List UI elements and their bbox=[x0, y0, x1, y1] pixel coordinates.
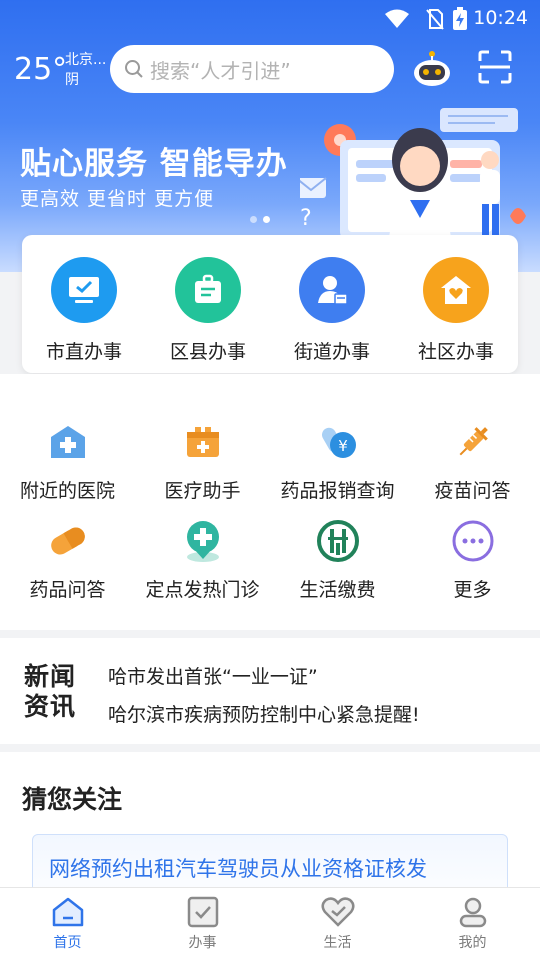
news-section: 新闻 资讯 哈市发出首张“一业一证” 哈尔滨市疾病预防控制中心紧急提醒! bbox=[0, 638, 540, 744]
scan-icon[interactable] bbox=[478, 50, 512, 84]
tab-life[interactable]: 生活 bbox=[270, 888, 405, 960]
payment-icon bbox=[316, 519, 360, 563]
search-icon bbox=[125, 60, 143, 78]
service-label: 生活缴费 bbox=[299, 579, 376, 601]
services-grid: 附近的医院 医疗助手 ¥ 药品报销查询 疫苗问答 药品问答 定点发热门诊 生活缴… bbox=[0, 420, 540, 602]
tab-label: 首页 bbox=[53, 935, 82, 951]
news-item[interactable]: 哈市发出首张“一业一证” bbox=[108, 662, 318, 689]
checkbox-icon bbox=[187, 896, 218, 928]
wifi-icon bbox=[385, 9, 409, 28]
briefcase-doc-icon bbox=[175, 257, 241, 323]
svg-text:¥: ¥ bbox=[338, 437, 348, 455]
banner-slogan: 贴心服务 智能导办 bbox=[20, 146, 288, 182]
service-drug-reimbursement[interactable]: ¥ 药品报销查询 bbox=[270, 420, 405, 503]
news-logo-line1: 新闻 bbox=[24, 662, 77, 691]
service-label: 医疗助手 bbox=[164, 480, 241, 502]
pill-icon bbox=[46, 519, 90, 563]
tab-label: 我的 bbox=[458, 935, 487, 951]
weather-temperature[interactable]: 25° bbox=[14, 52, 67, 87]
news-logo: 新闻 资讯 bbox=[24, 662, 84, 722]
service-label: 区县办事 bbox=[169, 341, 246, 363]
weather-location[interactable]: 北京... 阴 bbox=[65, 50, 106, 90]
carousel-dot-active bbox=[263, 216, 270, 223]
service-city-affairs[interactable]: 市直办事 bbox=[22, 235, 146, 373]
service-label: 市直办事 bbox=[45, 341, 122, 363]
home-icon bbox=[52, 897, 83, 927]
tab-mine[interactable]: 我的 bbox=[405, 888, 540, 960]
customer-service-illustration: ? bbox=[300, 108, 526, 250]
medical-kit-icon bbox=[181, 420, 225, 464]
service-more[interactable]: 更多 bbox=[405, 519, 540, 602]
medicine-yuan-icon: ¥ bbox=[316, 420, 360, 464]
service-street-affairs[interactable]: 街道办事 bbox=[270, 235, 394, 373]
service-nearby-hospital[interactable]: 附近的医院 bbox=[0, 420, 135, 503]
service-label: 社区办事 bbox=[417, 341, 494, 363]
services-section: 附近的医院 医疗助手 ¥ 药品报销查询 疫苗问答 药品问答 定点发热门诊 生活缴… bbox=[0, 374, 540, 630]
no-sim-icon bbox=[426, 9, 444, 30]
bottom-tab-bar: 首页 办事 生活 我的 bbox=[0, 887, 540, 960]
service-label: 药品报销查询 bbox=[280, 480, 395, 502]
service-fever-clinic[interactable]: 定点发热门诊 bbox=[135, 519, 270, 602]
banner-subtitle: 更高效 更省时 更方便 bbox=[20, 188, 215, 210]
service-label: 更多 bbox=[453, 579, 492, 601]
more-icon bbox=[451, 519, 495, 563]
weather-condition: 阴 bbox=[65, 72, 79, 88]
service-vaccine-qa[interactable]: 疫苗问答 bbox=[405, 420, 540, 503]
clinic-location-icon bbox=[181, 519, 225, 563]
recommend-item-label: 网络预约出租汽车驾驶员从业资格证核发 bbox=[49, 857, 427, 881]
heart-check-icon bbox=[321, 897, 354, 927]
robot-assistant-icon[interactable] bbox=[412, 50, 452, 88]
tab-home[interactable]: 首页 bbox=[0, 888, 135, 960]
house-heart-icon bbox=[423, 257, 489, 323]
service-drug-qa[interactable]: 药品问答 bbox=[0, 519, 135, 602]
person-icon bbox=[459, 897, 486, 928]
city-name: 北京... bbox=[65, 52, 107, 68]
service-label: 定点发热门诊 bbox=[145, 579, 260, 601]
person-card-icon bbox=[299, 257, 365, 323]
news-item[interactable]: 哈尔滨市疾病预防控制中心紧急提醒! bbox=[108, 700, 420, 727]
service-district-affairs[interactable]: 区县办事 bbox=[146, 235, 270, 373]
vaccine-syringe-icon bbox=[451, 420, 495, 464]
recommend-title: 猜您关注 bbox=[22, 785, 123, 814]
svg-text:?: ? bbox=[300, 206, 312, 231]
tab-affairs[interactable]: 办事 bbox=[135, 888, 270, 960]
news-logo-line2: 资讯 bbox=[24, 692, 77, 721]
search-bar[interactable]: 搜索“人才引进” bbox=[110, 45, 394, 93]
tab-label: 办事 bbox=[188, 935, 217, 951]
carousel-dot bbox=[250, 216, 257, 223]
carousel-indicator bbox=[250, 216, 270, 223]
monitor-check-icon bbox=[51, 257, 117, 323]
tab-label: 生活 bbox=[323, 935, 352, 951]
service-label: 药品问答 bbox=[29, 579, 106, 601]
header-banner: 10:24 25° 北京... 阴 搜索“人才引进” 贴心服务 智能导办 更高效… bbox=[0, 0, 540, 272]
service-medical-assistant[interactable]: 医疗助手 bbox=[135, 420, 270, 503]
service-label: 疫苗问答 bbox=[434, 480, 511, 502]
service-community-affairs[interactable]: 社区办事 bbox=[394, 235, 518, 373]
search-placeholder: 搜索“人才引进” bbox=[150, 58, 291, 83]
primary-services-card: 市直办事 区县办事 街道办事 社区办事 bbox=[22, 235, 518, 373]
clock: 10:24 bbox=[473, 7, 528, 29]
service-label: 附近的医院 bbox=[19, 480, 115, 502]
status-bar: 10:24 bbox=[0, 0, 540, 36]
battery-charging-icon bbox=[453, 7, 467, 30]
service-label: 街道办事 bbox=[293, 341, 370, 363]
hospital-icon bbox=[46, 420, 90, 464]
service-life-payment[interactable]: 生活缴费 bbox=[270, 519, 405, 602]
